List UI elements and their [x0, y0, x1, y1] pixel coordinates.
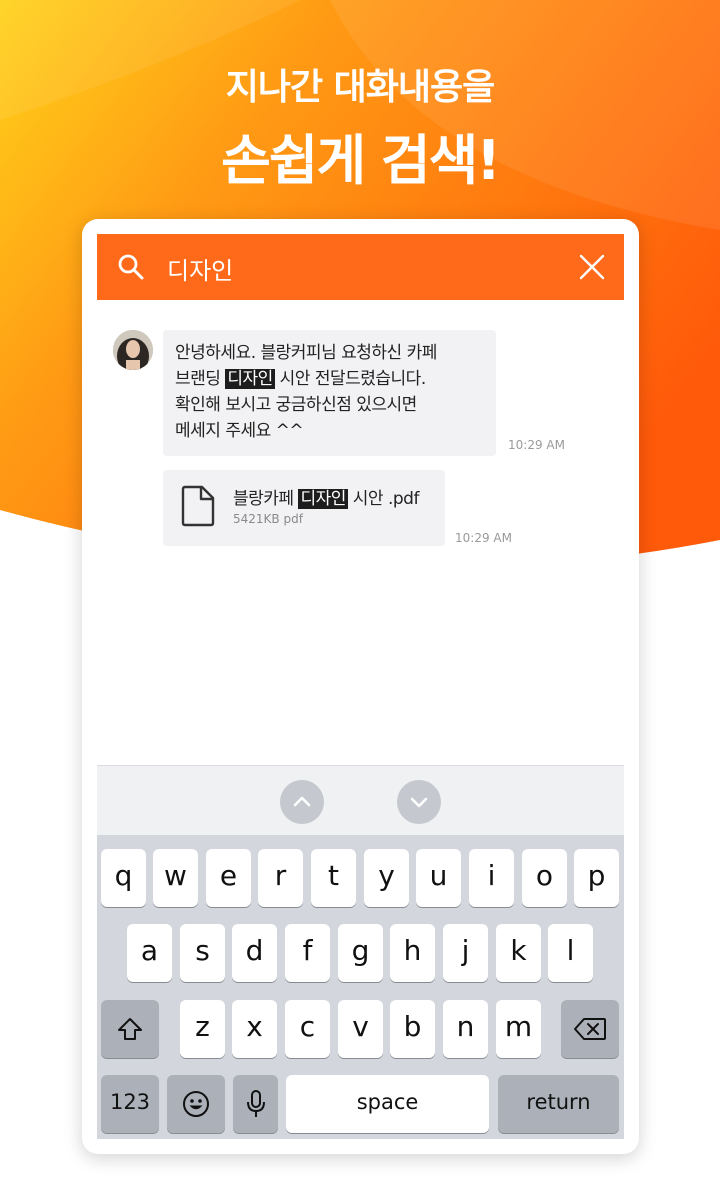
key-p[interactable]: p [574, 849, 619, 907]
key-w[interactable]: w [153, 849, 198, 907]
emoji-icon [183, 1091, 209, 1117]
microphone-icon [246, 1090, 265, 1117]
phone-frame: 디자인 안녕하세요. 블랑커피님 요청하신 카페 브랜딩 디자인 시안 전달드렸… [82, 219, 639, 1154]
key-c[interactable]: c [285, 1000, 330, 1058]
key-g[interactable]: g [338, 924, 383, 982]
message-line: 안녕하세요. 블랑커피님 요청하신 카페 [175, 343, 437, 363]
key-n[interactable]: n [443, 1000, 488, 1058]
key-k[interactable]: k [496, 924, 541, 982]
search-highlight: 디자인 [298, 489, 348, 509]
key-l[interactable]: l [548, 924, 593, 982]
file-message-bubble[interactable]: 블랑카페 디자인 시안 .pdf 5421KB pdf [163, 470, 445, 546]
headline-line-2: 손쉽게 검색! [221, 129, 501, 192]
key-v[interactable]: v [338, 1000, 383, 1058]
message-timestamp: 10:29 AM [508, 438, 565, 452]
key-y[interactable]: y [364, 849, 409, 907]
key-s[interactable]: s [180, 924, 225, 982]
shift-key[interactable] [101, 1000, 159, 1058]
message-text: 브랜딩 [175, 369, 226, 389]
backspace-icon [574, 1018, 606, 1040]
avatar[interactable] [113, 330, 153, 370]
search-bar: 디자인 [97, 234, 624, 300]
close-icon[interactable] [577, 252, 607, 282]
search-highlight: 디자인 [225, 369, 275, 389]
shift-icon [118, 1018, 142, 1040]
search-result-nav-bar [97, 765, 624, 835]
chevron-down-icon [410, 797, 428, 808]
file-name-text: 시안 .pdf [347, 489, 420, 509]
dictation-key[interactable] [233, 1075, 278, 1133]
key-m[interactable]: m [496, 1000, 541, 1058]
next-result-button[interactable] [397, 780, 441, 824]
key-z[interactable]: z [180, 1000, 225, 1058]
key-a[interactable]: a [127, 924, 172, 982]
backspace-key[interactable] [561, 1000, 619, 1058]
headline-line-1: 지나간 대화내용을 [225, 67, 496, 108]
key-t[interactable]: t [311, 849, 356, 907]
message-line: 확인해 보시고 궁금하신점 있으시면 [175, 395, 417, 415]
message-bubble[interactable]: 안녕하세요. 블랑커피님 요청하신 카페 브랜딩 디자인 시안 전달드렸습니다.… [163, 330, 496, 456]
return-key[interactable]: return [498, 1075, 619, 1133]
message-text: 시안 전달드렸습니다. [274, 369, 427, 389]
space-key[interactable]: space [286, 1075, 489, 1133]
search-input[interactable]: 디자인 [167, 251, 233, 286]
message-line: 브랜딩 디자인 시안 전달드렸습니다. [175, 366, 484, 392]
key-i[interactable]: i [469, 849, 514, 907]
message-timestamp: 10:29 AM [455, 531, 512, 545]
app-promo-screen: 지나간 대화내용을 손쉽게 검색! 디자인 안녕하세요. 블랑커피님 요청하신 … [0, 0, 720, 1190]
file-name: 블랑카페 디자인 시안 .pdf [233, 484, 419, 509]
key-f[interactable]: f [285, 924, 330, 982]
key-q[interactable]: q [101, 849, 146, 907]
file-size: 5421KB pdf [233, 512, 303, 526]
key-o[interactable]: o [522, 849, 567, 907]
search-icon[interactable] [117, 253, 145, 281]
key-j[interactable]: j [443, 924, 488, 982]
file-name-text: 블랑카페 [233, 489, 299, 509]
previous-result-button[interactable] [280, 780, 324, 824]
phone-screen: 디자인 안녕하세요. 블랑커피님 요청하신 카페 브랜딩 디자인 시안 전달드렸… [97, 234, 624, 1139]
key-d[interactable]: d [232, 924, 277, 982]
file-icon [181, 485, 215, 527]
numbers-key[interactable]: 123 [101, 1075, 159, 1133]
avatar-photo-icon [113, 330, 153, 370]
message-line: 메세지 주세요 ^^ [175, 421, 304, 441]
key-h[interactable]: h [390, 924, 435, 982]
key-b[interactable]: b [390, 1000, 435, 1058]
key-r[interactable]: r [258, 849, 303, 907]
emoji-key[interactable] [167, 1075, 225, 1133]
key-u[interactable]: u [416, 849, 461, 907]
key-x[interactable]: x [232, 1000, 277, 1058]
chevron-up-icon [293, 796, 311, 807]
key-e[interactable]: e [206, 849, 251, 907]
on-screen-keyboard: q w e r t y u i o p a s d f g h j k l z … [97, 835, 624, 1139]
